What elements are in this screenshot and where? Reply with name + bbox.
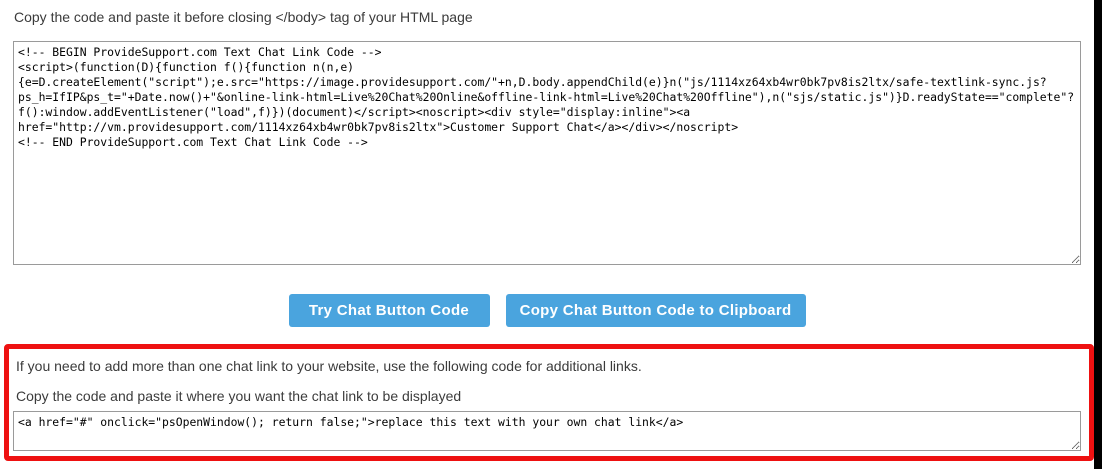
additional-chat-link-code-textarea[interactable]: <a href="#" onclick="psOpenWindow(); ret… <box>13 411 1081 451</box>
chat-link-code-textarea[interactable]: <!-- BEGIN ProvideSupport.com Text Chat … <box>13 41 1081 265</box>
additional-links-note-text: If you need to add more than one chat li… <box>16 357 642 376</box>
try-chat-button-code-button[interactable]: Try Chat Button Code <box>289 294 490 327</box>
top-instruction-text: Copy the code and paste it before closin… <box>14 7 473 27</box>
chat-code-page: Copy the code and paste it before closin… <box>0 0 1102 469</box>
screen-edge-strip <box>1094 0 1102 469</box>
additional-links-highlight-section: If you need to add more than one chat li… <box>4 344 1094 461</box>
action-buttons-row: Try Chat Button Code Copy Chat Button Co… <box>0 294 1094 327</box>
additional-links-instruction-text: Copy the code and paste it where you wan… <box>16 387 461 406</box>
copy-chat-button-code-button[interactable]: Copy Chat Button Code to Clipboard <box>506 294 806 327</box>
